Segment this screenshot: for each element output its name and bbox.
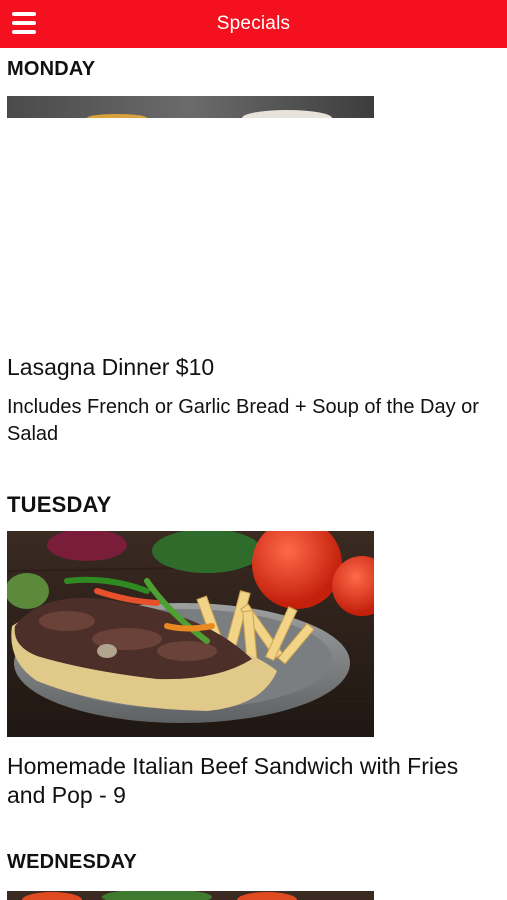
day-heading-wednesday: WEDNESDAY (7, 851, 137, 873)
day-heading-tuesday: TUESDAY (7, 492, 112, 517)
hamburger-menu-icon[interactable] (12, 12, 36, 34)
top-app-bar: Specials (0, 0, 507, 48)
monday-special-image (7, 96, 374, 118)
tuesday-item-title: Homemade Italian Beef Sandwich with Frie… (7, 753, 459, 808)
wednesday-special-image (7, 889, 374, 900)
monday-item-description: Includes French or Garlic Bread + Soup o… (7, 396, 479, 445)
monday-item-title: Lasagna Dinner $10 (7, 354, 215, 380)
tuesday-special-image (7, 531, 374, 737)
page-title: Specials (216, 13, 291, 34)
day-heading-monday: MONDAY (7, 58, 96, 80)
